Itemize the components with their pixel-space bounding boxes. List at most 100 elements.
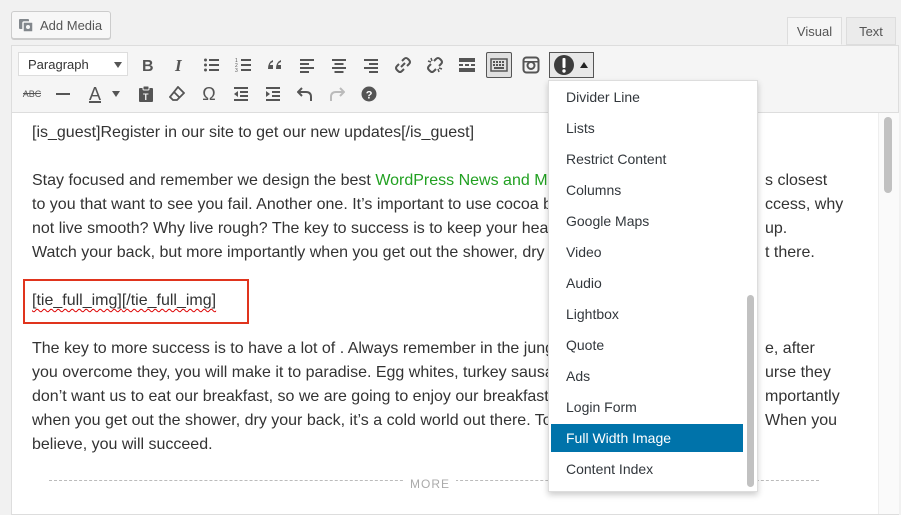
editor-toolbar: Paragraph B I 123 ABC A T Ω ?	[12, 46, 898, 113]
toolbar-toggle-icon[interactable]	[486, 52, 512, 78]
align-right-icon[interactable]	[358, 52, 384, 78]
bold-icon[interactable]: B	[134, 52, 160, 78]
menu-item-lightbox[interactable]: Lightbox	[551, 300, 743, 328]
bullet-list-icon[interactable]	[198, 52, 224, 78]
align-left-icon[interactable]	[294, 52, 320, 78]
menu-item-video[interactable]: Video	[551, 238, 743, 266]
text-run: e, after	[765, 340, 815, 357]
strike-line	[23, 93, 41, 94]
strikethrough-icon[interactable]: ABC	[18, 81, 46, 107]
menu-item-full-width-image[interactable]: Full Width Image	[551, 424, 743, 452]
help-icon[interactable]: ?	[356, 81, 382, 107]
dropdown-scrollbar[interactable]	[744, 81, 757, 491]
text-run: not live smooth? Why live rough? The key…	[32, 220, 549, 237]
text-run: up.	[765, 220, 788, 237]
numbered-list-icon[interactable]: 123	[230, 52, 256, 78]
svg-text:?: ?	[366, 90, 373, 102]
menu-item-label: Divider Line	[566, 89, 640, 105]
menu-item-label: Full Width Image	[566, 430, 672, 446]
toolbar-row-1: Paragraph B I 123	[12, 46, 898, 78]
text-run: urse they	[765, 364, 831, 381]
menu-item-label: Content Index	[566, 461, 654, 477]
text-color-icon[interactable]: A	[82, 81, 108, 107]
dropdown-scrollbar-thumb[interactable]	[747, 295, 754, 487]
special-character-label: Ω	[202, 83, 216, 104]
text-run: don’t want us to eat our breakfast, so w…	[32, 388, 549, 405]
instagram-icon[interactable]	[518, 52, 544, 78]
strikethrough-label: ABC	[22, 89, 42, 99]
svg-text:I: I	[174, 57, 183, 73]
content-link[interactable]: WordPress News and Ma	[375, 172, 556, 189]
menu-item-divider-line[interactable]: Divider Line	[551, 83, 743, 111]
outdent-icon[interactable]	[228, 81, 254, 107]
editor-scrollbar-thumb[interactable]	[884, 117, 892, 193]
text-run: when you get out the shower, dry your ba…	[32, 412, 552, 429]
tab-visual[interactable]: Visual	[787, 17, 842, 45]
menu-item-restrict-content[interactable]: Restrict Content	[551, 145, 743, 173]
text-color-label: A	[88, 83, 101, 104]
horizontal-line-icon[interactable]	[50, 81, 76, 107]
toolbar-row-2: ABC A T Ω ?	[12, 79, 898, 109]
shortcode-open: [tie_full_img]	[32, 292, 122, 309]
italic-icon[interactable]: I	[166, 52, 192, 78]
format-select-value: Paragraph	[28, 56, 89, 72]
menu-item-label: Google Maps	[566, 213, 650, 229]
tab-visual-label: Visual	[796, 23, 833, 39]
text-run: s closest	[765, 172, 828, 189]
add-media-label: Add Media	[40, 17, 103, 33]
menu-item-google-maps[interactable]: Google Maps	[551, 207, 743, 235]
text-run: mportantly	[765, 388, 840, 405]
special-character-icon[interactable]: Ω	[196, 81, 222, 107]
paste-as-text-icon[interactable]: T	[133, 81, 159, 107]
add-media-button[interactable]: Add Media	[11, 11, 112, 39]
menu-item-label: Ads	[566, 368, 591, 384]
undo-icon[interactable]	[292, 81, 318, 107]
more-label: MORE	[404, 472, 456, 496]
svg-text:3: 3	[235, 68, 238, 73]
menu-item-label: Quote	[566, 337, 605, 353]
svg-text:T: T	[143, 92, 149, 102]
shortcodes-dropdown-button[interactable]	[549, 52, 594, 78]
menu-item-login-form[interactable]: Login Form	[551, 393, 743, 421]
tab-text[interactable]: Text	[846, 17, 896, 45]
read-more-icon[interactable]	[454, 52, 480, 78]
text-run: ccess, why	[765, 196, 844, 213]
shortcode-close: [/tie_full_img]	[121, 292, 217, 309]
text-run: When you	[765, 412, 838, 429]
menu-item-content-index[interactable]: Content Index	[551, 455, 743, 483]
blockquote-icon[interactable]	[262, 52, 288, 78]
editor-scrollbar[interactable]	[878, 113, 899, 514]
editor-top-bar: Add Media Visual Text	[0, 0, 901, 46]
format-select[interactable]: Paragraph	[18, 52, 128, 76]
text-run: The key to more success is to have a lot…	[32, 340, 555, 357]
text-color-chevron-down-icon[interactable]	[108, 81, 124, 107]
menu-item-ads[interactable]: Ads	[551, 362, 743, 390]
text-run: t there.	[765, 244, 815, 261]
tab-text-label: Text	[859, 23, 883, 39]
shortcodes-dropdown-menu: Divider Line Lists Restrict Content Colu…	[548, 80, 758, 492]
text-run: you overcome they, you will make it to p…	[32, 364, 554, 381]
indent-icon[interactable]	[260, 81, 286, 107]
link-icon[interactable]	[390, 52, 416, 78]
menu-item-label: Columns	[566, 182, 622, 198]
menu-item-quote[interactable]: Quote	[551, 331, 743, 359]
shortcodes-icon	[553, 54, 575, 76]
clear-formatting-icon[interactable]	[164, 81, 190, 107]
unlink-icon[interactable]	[422, 52, 448, 78]
menu-item-label: Audio	[566, 275, 602, 291]
menu-item-label: Login Form	[566, 399, 637, 415]
menu-item-columns[interactable]: Columns	[551, 176, 743, 204]
media-icon	[18, 17, 34, 33]
redo-icon[interactable]	[324, 81, 350, 107]
paragraph-text: [is_guest]Register in our site to get ou…	[32, 124, 475, 141]
text-run: Stay focused and remember we design the …	[32, 172, 376, 189]
menu-item-audio[interactable]: Audio	[551, 269, 743, 297]
editor-container: Paragraph B I 123 ABC A T Ω ? [is_guest]…	[11, 45, 899, 515]
chevron-down-icon	[114, 62, 122, 68]
menu-item-label: Lists	[566, 120, 595, 136]
align-center-icon[interactable]	[326, 52, 352, 78]
svg-text:B: B	[142, 58, 154, 73]
menu-item-lists[interactable]: Lists	[551, 114, 743, 142]
text-run: Watch your back, but more importantly wh…	[32, 244, 545, 261]
menu-item-label: Lightbox	[566, 306, 619, 322]
